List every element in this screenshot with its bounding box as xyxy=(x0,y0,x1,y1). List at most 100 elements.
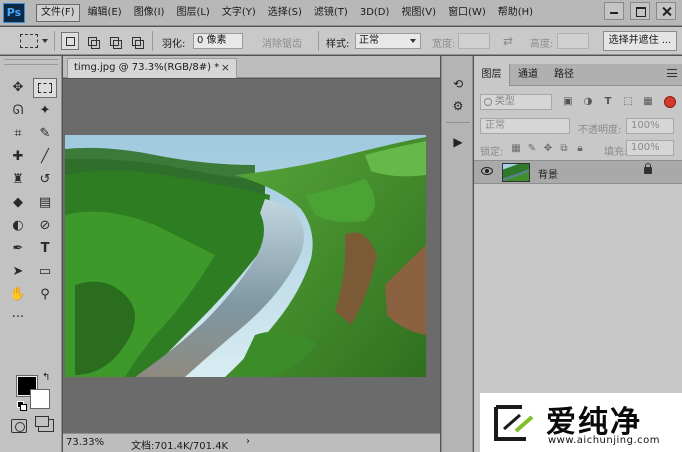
tab-paths[interactable]: 路径 xyxy=(546,64,582,86)
subtract-selection-button[interactable] xyxy=(105,32,123,50)
lock-all-icon[interactable]: 🔒︎ xyxy=(574,143,586,155)
tab-channels[interactable]: 通道 xyxy=(510,64,546,86)
layer-name[interactable]: 背景 xyxy=(538,166,558,181)
path-select-icon[interactable]: ➤ xyxy=(6,262,30,282)
divider xyxy=(446,122,470,123)
antialias-checkbox[interactable]: 消除锯齿 xyxy=(262,35,302,50)
panel-tabs: 图层 通道 路径 xyxy=(474,64,682,86)
divider xyxy=(318,31,319,51)
menu-help[interactable]: 帮助(H) xyxy=(494,4,537,22)
blend-mode-select[interactable]: 正常 xyxy=(480,118,570,134)
crop-icon[interactable]: ⌗ xyxy=(6,124,30,144)
zoom-icon[interactable]: ⚲ xyxy=(33,285,57,305)
select-and-mask-button[interactable]: 选择并遮住 ... xyxy=(603,31,677,51)
layer-lock-icon xyxy=(644,163,652,174)
quick-mask-icon[interactable] xyxy=(11,419,27,433)
eyedropper-icon[interactable]: ✎ xyxy=(33,124,57,144)
move-icon[interactable]: ✥ xyxy=(6,78,30,98)
new-selection-button[interactable] xyxy=(61,32,79,50)
layer-row[interactable]: 背景 xyxy=(474,160,682,184)
visibility-eye-icon[interactable] xyxy=(481,167,493,175)
adjustment-filter-icon[interactable]: ◑ xyxy=(582,96,594,108)
magic-wand-icon[interactable]: ✦ xyxy=(33,101,57,121)
default-colors-icon[interactable] xyxy=(17,401,27,411)
lasso-icon[interactable]: ᘏ xyxy=(6,101,30,121)
watermark: 爱纯净 www.aichunjing.com xyxy=(480,393,682,452)
width-label: 宽度: xyxy=(432,39,456,50)
maximize-button[interactable] xyxy=(630,2,650,20)
lock-artboard-icon[interactable]: ⧉ xyxy=(558,143,570,155)
swap-colors-icon[interactable]: ↰ xyxy=(42,372,50,383)
smart-object-filter-icon[interactable]: ▦ xyxy=(642,96,654,108)
style-select[interactable]: 正常 xyxy=(355,33,421,49)
lock-position-icon[interactable]: ✥ xyxy=(542,143,554,155)
marquee-icon[interactable] xyxy=(33,78,57,98)
intersect-selection-button[interactable] xyxy=(127,32,145,50)
rectangle-icon[interactable]: ▭ xyxy=(33,262,57,282)
menu-layer[interactable]: 图层(L) xyxy=(172,4,213,22)
panel-menu-icon[interactable] xyxy=(667,69,677,77)
menu-file[interactable]: 文件(F) xyxy=(36,4,80,22)
add-selection-button[interactable] xyxy=(83,32,101,50)
chevron-right-icon[interactable]: › xyxy=(246,436,250,447)
type-filter-icon[interactable]: T xyxy=(602,96,614,108)
swap-dimensions-icon[interactable]: ⇄ xyxy=(503,34,513,48)
menu-filter[interactable]: 滤镜(T) xyxy=(310,4,352,22)
brush-icon[interactable]: ╱ xyxy=(33,147,57,167)
document-tab[interactable]: timg.jpg @ 73.3%(RGB/8#) * × xyxy=(67,58,237,78)
menu-3d[interactable]: 3D(D) xyxy=(356,4,394,22)
lock-transparent-icon[interactable]: ▦ xyxy=(510,143,522,155)
watermark-url: www.aichunjing.com xyxy=(548,435,660,446)
menu-window[interactable]: 窗口(W) xyxy=(444,4,490,22)
zoom-level[interactable]: 73.33% xyxy=(66,437,104,448)
menu-type[interactable]: 文字(Y) xyxy=(218,4,260,22)
main-menu: 文件(F) 编辑(E) 图像(I) 图层(L) 文字(Y) 选择(S) 滤镜(T… xyxy=(36,4,541,22)
clone-stamp-icon[interactable]: ♜ xyxy=(6,170,30,190)
lock-pixels-icon[interactable]: ✎ xyxy=(526,143,538,155)
options-bar: 羽化: 0 像素 消除锯齿 样式: 正常 宽度: ⇄ 高度: 选择并遮住 ... xyxy=(0,27,682,55)
properties-icon[interactable]: ⚙ xyxy=(448,96,468,116)
menu-image[interactable]: 图像(I) xyxy=(130,4,169,22)
gradient-icon[interactable]: ▤ xyxy=(33,193,57,213)
blur-icon[interactable]: ◐ xyxy=(6,216,30,236)
feather-input[interactable]: 0 像素 xyxy=(193,33,243,49)
pixel-filter-icon[interactable]: ▣ xyxy=(562,96,574,108)
minimize-button[interactable] xyxy=(604,2,624,20)
window-controls xyxy=(598,2,676,20)
close-icon[interactable]: × xyxy=(221,59,230,77)
more-tools-icon[interactable]: ··· xyxy=(6,308,30,328)
healing-brush-icon[interactable]: ✚ xyxy=(6,147,30,167)
chevron-down-icon[interactable] xyxy=(42,39,48,43)
menu-select[interactable]: 选择(S) xyxy=(264,4,306,22)
canvas-area[interactable] xyxy=(63,79,440,433)
panel-grip[interactable] xyxy=(4,59,58,65)
history-icon[interactable]: ⟲ xyxy=(448,74,468,94)
shape-filter-icon[interactable]: ⬚ xyxy=(622,96,634,108)
close-button[interactable] xyxy=(656,2,676,20)
screen-mode-icon[interactable] xyxy=(35,416,54,432)
play-icon[interactable]: ▶ xyxy=(448,132,468,152)
photoshop-logo: Ps xyxy=(3,3,25,23)
width-input[interactable] xyxy=(458,33,490,49)
menu-view[interactable]: 视图(V) xyxy=(397,4,440,22)
height-input[interactable] xyxy=(557,33,589,49)
filter-type-select[interactable]: 类型 xyxy=(480,94,552,110)
hand-icon[interactable]: ✋ xyxy=(6,285,30,305)
history-brush-icon[interactable]: ↺ xyxy=(33,170,57,190)
tool-preset-icon[interactable] xyxy=(20,34,38,48)
fill-input[interactable]: 100% xyxy=(626,140,674,156)
dodge-icon[interactable]: ⊘ xyxy=(33,216,57,236)
watermark-logo-icon xyxy=(494,405,534,441)
eraser-icon[interactable]: ◆ xyxy=(6,193,30,213)
tab-layers[interactable]: 图层 xyxy=(474,64,510,86)
filter-toggle[interactable] xyxy=(664,96,676,108)
document-title: timg.jpg @ 73.3%(RGB/8#) * xyxy=(74,62,220,73)
height-label: 高度: xyxy=(530,39,554,50)
menu-edit[interactable]: 编辑(E) xyxy=(84,4,126,22)
pen-icon[interactable]: ✒ xyxy=(6,239,30,259)
background-color-swatch[interactable] xyxy=(30,389,50,409)
opacity-input[interactable]: 100% xyxy=(626,118,674,134)
type-icon[interactable]: T xyxy=(33,239,57,259)
landscape-photo[interactable] xyxy=(65,135,426,377)
fill-label: 填充: xyxy=(604,147,628,158)
